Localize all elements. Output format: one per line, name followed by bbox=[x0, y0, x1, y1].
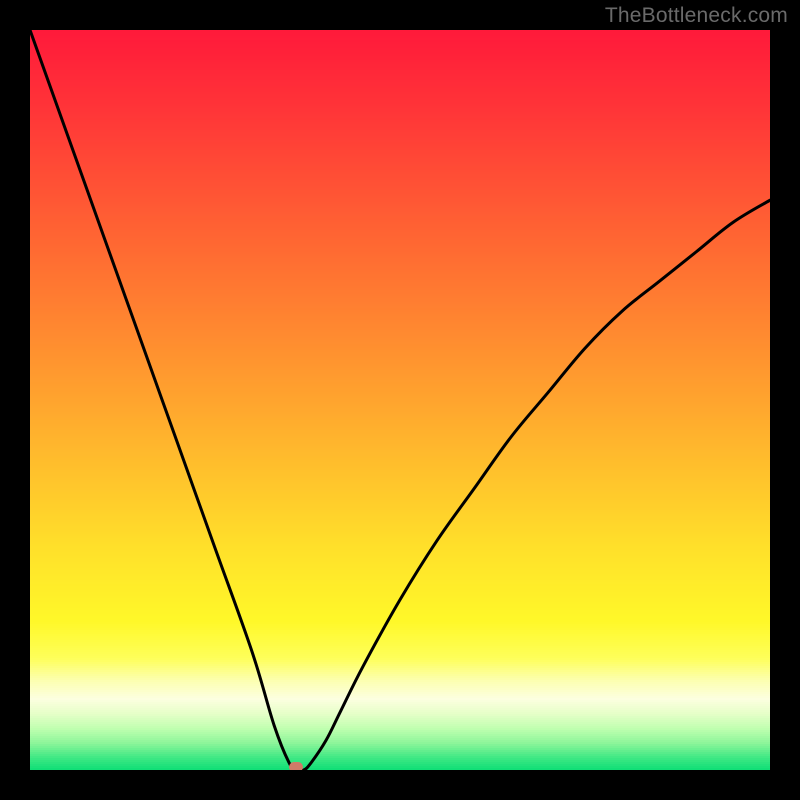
chart-marker-dot bbox=[289, 762, 303, 770]
watermark-text: TheBottleneck.com bbox=[605, 4, 788, 28]
chart-curve bbox=[30, 30, 770, 770]
chart-plot-area bbox=[30, 30, 770, 770]
